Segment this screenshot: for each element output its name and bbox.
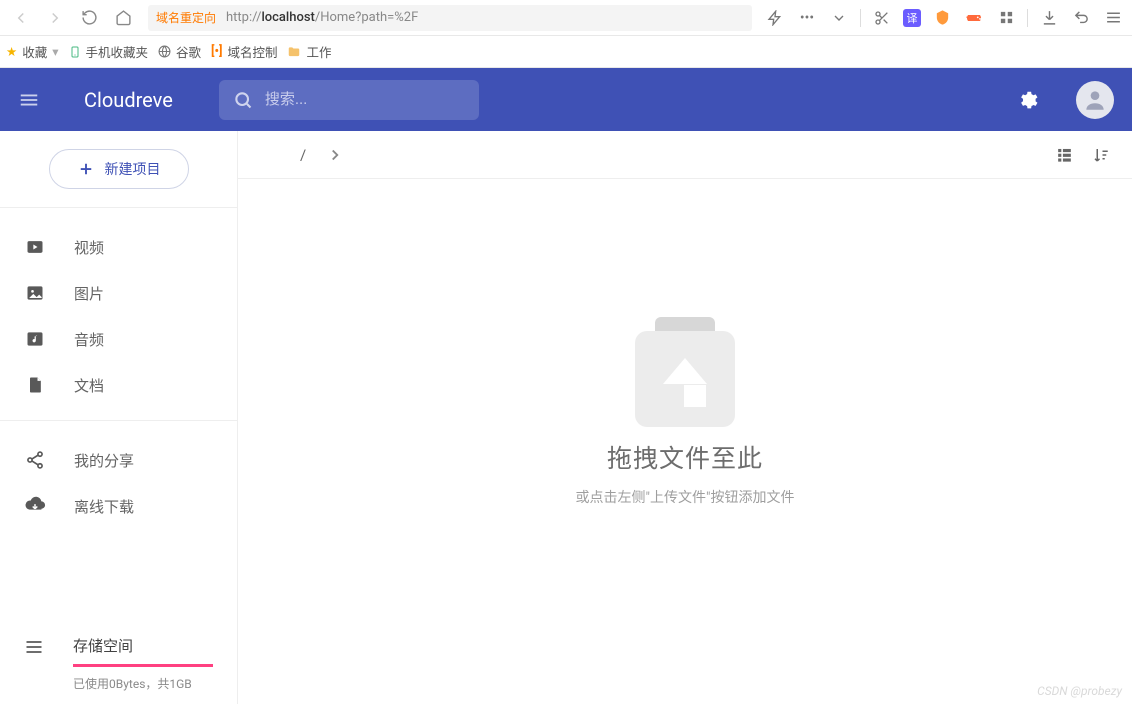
sidebar-item-doc[interactable]: 文档 [0, 362, 237, 408]
new-item-label: 新建项目 [105, 159, 161, 179]
undo-icon[interactable] [1070, 7, 1092, 29]
sidebar-label: 视频 [74, 237, 104, 258]
gamepad-icon[interactable] [963, 7, 985, 29]
storage-usage: 已使用0Bytes，共1GB [73, 675, 213, 692]
url-text: http://localhost/Home?path=%2F [226, 10, 418, 25]
breadcrumb-root[interactable]: / [300, 146, 306, 164]
browser-right-tools: ••• 译 [764, 7, 1124, 29]
watermark: CSDN @probezy [1037, 684, 1122, 698]
menu-icon[interactable] [1102, 7, 1124, 29]
audio-icon [24, 329, 46, 349]
drawer-toggle[interactable] [18, 89, 42, 111]
reload-button[interactable] [76, 5, 102, 31]
more-icon[interactable]: ••• [796, 7, 818, 29]
cloud-download-icon [24, 495, 46, 517]
search-box[interactable] [219, 80, 479, 120]
url-redirect-badge: 域名重定向 [156, 9, 216, 26]
appgrid-icon[interactable] [995, 7, 1017, 29]
bookmark-google[interactable]: 谷歌 [158, 42, 201, 61]
bookmark-mobile[interactable]: 手机收藏夹 [69, 42, 149, 61]
settings-button[interactable] [1016, 89, 1038, 111]
bookmarks-bar: ★收藏▾ 手机收藏夹 谷歌 [•]域名控制 工作 [0, 36, 1132, 68]
sidebar-item-image[interactable]: 图片 [0, 270, 237, 316]
sort-button[interactable] [1092, 146, 1110, 164]
home-button[interactable] [110, 5, 136, 31]
sidebar-label: 文档 [74, 375, 104, 396]
sidebar-item-share[interactable]: 我的分享 [0, 437, 237, 483]
doc-icon [24, 375, 46, 395]
shield-icon[interactable] [931, 7, 953, 29]
download-icon[interactable] [1038, 7, 1060, 29]
app-header: Cloudreve [0, 68, 1132, 131]
bookmark-domain[interactable]: [•]域名控制 [211, 42, 277, 61]
video-icon [24, 237, 46, 257]
scissors-icon[interactable] [871, 7, 893, 29]
search-icon [233, 90, 253, 110]
user-avatar[interactable] [1076, 81, 1114, 119]
sidebar-label: 我的分享 [74, 450, 134, 471]
sidebar-label: 图片 [74, 283, 104, 304]
bookmark-favorites[interactable]: ★收藏▾ [6, 42, 59, 61]
browser-toolbar: 域名重定向 http://localhost/Home?path=%2F •••… [0, 0, 1132, 36]
storage-icon [24, 635, 45, 692]
view-list-button[interactable] [1055, 145, 1074, 164]
sidebar-label: 音频 [74, 329, 104, 350]
chevron-down-icon[interactable] [828, 7, 850, 29]
upload-illustration [625, 317, 745, 427]
sidebar-item-offline[interactable]: 离线下载 [0, 483, 237, 529]
address-bar[interactable]: 域名重定向 http://localhost/Home?path=%2F [148, 5, 752, 31]
plus-icon [77, 160, 95, 178]
breadcrumb-bar: / [238, 131, 1132, 179]
app-title: Cloudreve [84, 88, 173, 112]
main-area: / 拖拽文件至此 或点击左侧"上传文件"按钮添加文件 CSDN @probezy [238, 131, 1132, 704]
bookmark-work[interactable]: 工作 [287, 42, 331, 61]
share-icon [24, 450, 46, 470]
new-item-button[interactable]: 新建项目 [49, 149, 189, 189]
nav-section-tools: 我的分享 离线下载 [0, 421, 237, 541]
empty-title: 拖拽文件至此 [607, 439, 763, 475]
storage-progress [73, 664, 213, 667]
back-button[interactable] [8, 5, 34, 31]
image-icon [24, 283, 46, 303]
sidebar-label: 离线下载 [74, 496, 134, 517]
flash-icon[interactable] [764, 7, 786, 29]
empty-subtitle: 或点击左侧"上传文件"按钮添加文件 [576, 487, 795, 507]
chevron-right-icon [326, 146, 344, 164]
storage-panel: 存储空间 已使用0Bytes，共1GB [0, 635, 237, 704]
storage-label: 存储空间 [73, 635, 213, 656]
translate-icon[interactable]: 译 [903, 9, 921, 27]
content: 新建项目 视频 图片 音频 文档 我的分享 [0, 131, 1132, 704]
sidebar: 新建项目 视频 图片 音频 文档 我的分享 [0, 131, 238, 704]
search-input[interactable] [265, 91, 465, 108]
sidebar-item-video[interactable]: 视频 [0, 224, 237, 270]
sidebar-item-audio[interactable]: 音频 [0, 316, 237, 362]
empty-dropzone[interactable]: 拖拽文件至此 或点击左侧"上传文件"按钮添加文件 [238, 179, 1132, 704]
nav-section-filetypes: 视频 图片 音频 文档 [0, 208, 237, 421]
forward-button[interactable] [42, 5, 68, 31]
